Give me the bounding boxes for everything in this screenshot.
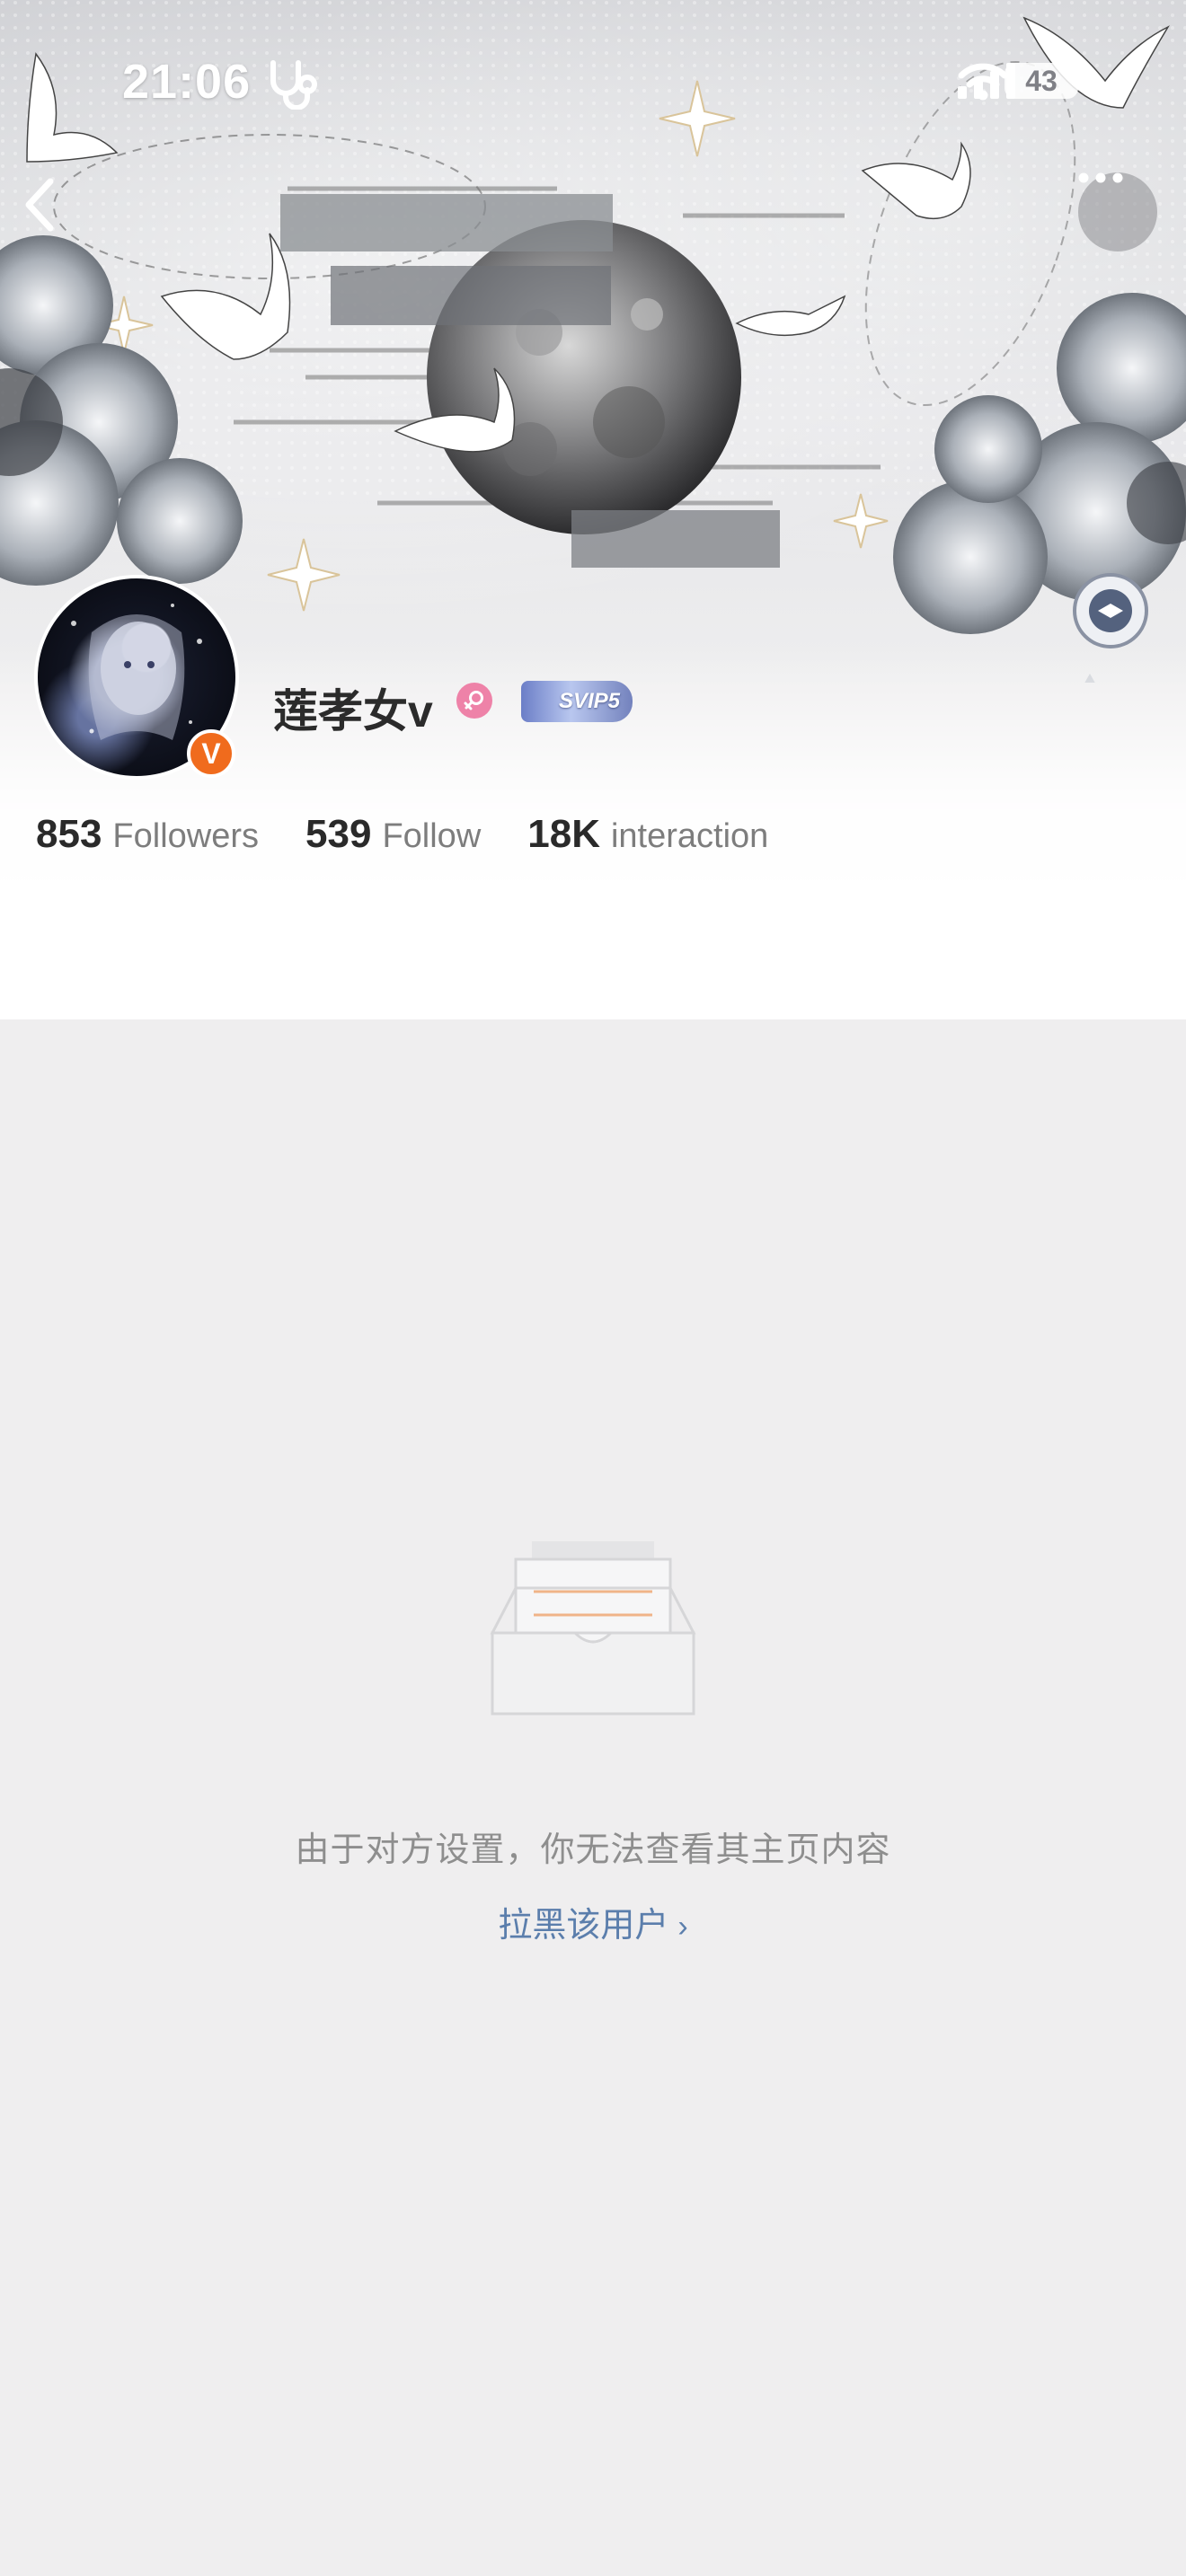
profile-banner: 21:06 43 [0,0,1186,683]
empty-inbox-icon [485,1534,701,1727]
profile-stats: 853 Followers 539 Follow 18K interaction [36,812,768,857]
username: 莲孝女v [273,686,433,737]
content-area [0,1019,1186,2576]
chevron-right-icon: › [677,1910,688,1944]
stat-value: 853 [36,812,102,856]
stat-follow[interactable]: 539 Follow [305,812,481,857]
female-icon [456,683,492,719]
stat-value: 18K [527,812,600,856]
stat-label: interaction [610,817,769,855]
back-button[interactable] [22,176,79,241]
stat-label: Follow [382,817,482,855]
profile-page: 21:06 43 V 莲孝女v SVIP5 853 Followers 539 … [0,0,1186,2576]
block-user-link[interactable]: 拉黑该用户 › [0,1897,1186,1946]
battery-indicator: 43 [1005,63,1086,99]
verified-badge: V [187,729,235,778]
empty-state-message: 由于对方设置，你无法查看其主页内容 [295,1831,891,1869]
block-user-label: 拉黑该用户 [498,1907,669,1945]
vip-badge-label: SVIP5 [558,689,620,713]
stat-interaction[interactable]: 18K interaction [527,812,768,857]
more-options-button[interactable] [1078,172,1157,251]
more-horizontal-icon [1078,172,1123,183]
vip-badge[interactable]: SVIP5 [521,681,633,722]
stat-value: 539 [305,812,372,856]
stat-label: Followers [112,817,260,855]
profile-card-base [0,880,1186,1019]
status-time: 21:06 [122,55,252,109]
chevron-left-icon [25,178,54,232]
stat-followers[interactable]: 853 Followers [36,812,259,857]
status-indicators: 43 [958,63,1086,101]
